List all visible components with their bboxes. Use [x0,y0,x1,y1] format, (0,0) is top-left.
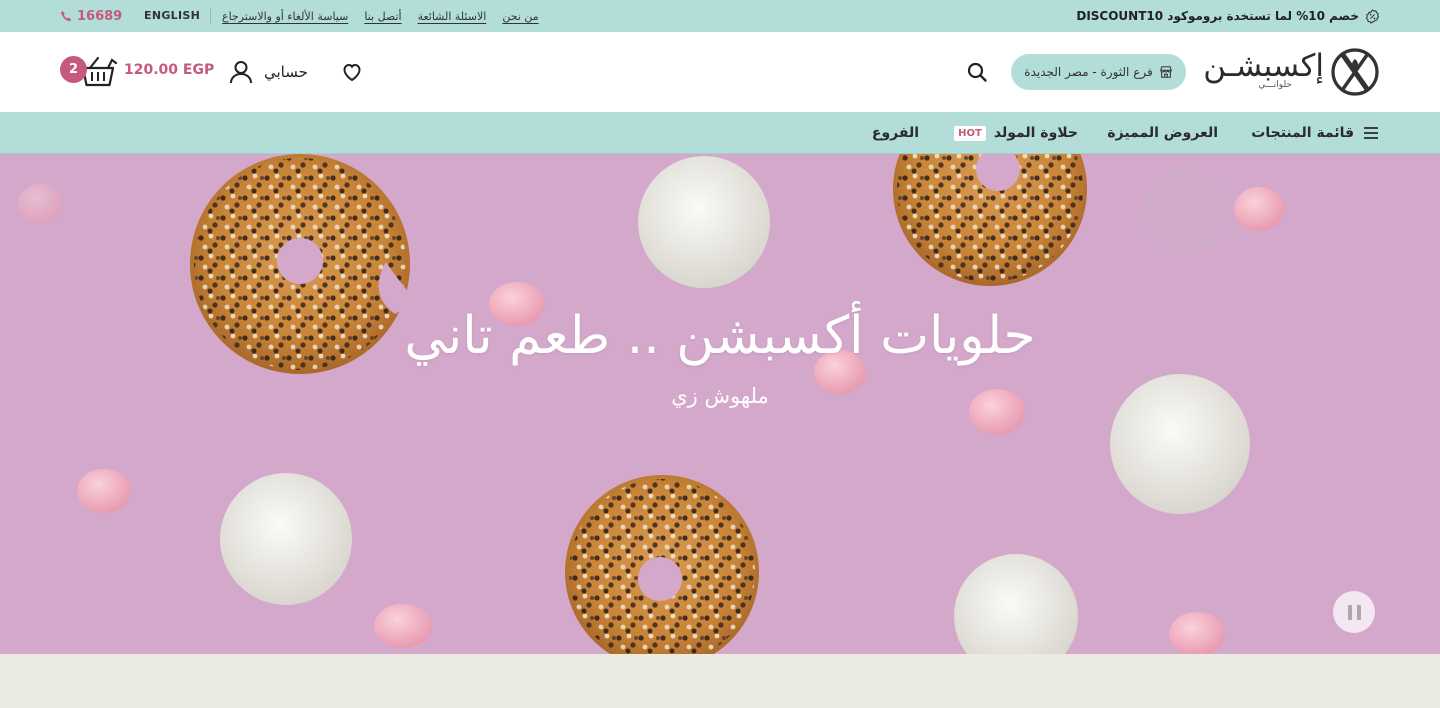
nav-offers[interactable]: العروض المميزة [1107,112,1218,154]
link-returns-policy[interactable]: سياسة الألغاء أو والاسترجاع [222,10,348,23]
nav-products-label: قائمة المنتجات [1251,125,1354,141]
promo-text: خصم 10% لما تستخدة بروموكود DISCOUNT10 [1076,9,1359,23]
hero-subtitle: ملهوش زي [671,384,769,408]
account-link[interactable]: حسابي [228,56,308,88]
language-switch[interactable]: ENGLISH [144,0,200,32]
top-divider [210,9,211,23]
store-icon [1159,66,1172,78]
promo-banner: خصم 10% لما تستخدة بروموكود DISCOUNT10 [1076,0,1380,32]
nav-offers-label: العروض المميزة [1107,125,1218,141]
hotline[interactable]: 16689 [60,0,122,32]
menu-icon [1364,127,1378,139]
pause-icon [1356,604,1361,620]
main-header: إكسبشـن حلوانـــي فرع الثورة - مصر الجدي… [0,32,1440,112]
hero-title: حلويات أكسبشن .. طعم تاني [404,306,1036,366]
top-bar: خصم 10% لما تستخدة بروموكود DISCOUNT10 س… [0,0,1440,32]
nav-mawlid[interactable]: حلاوة المولد HOT [954,112,1078,154]
discount-badge-icon [1365,8,1380,24]
top-links: سياسة الألغاء أو والاسترجاع أتصل بنا الا… [222,0,539,32]
logo-mark-icon [1331,48,1379,96]
nav-products-menu[interactable]: قائمة المنتجات [1251,112,1380,154]
account-label: حسابي [264,63,308,81]
hero-banner[interactable]: حلويات أكسبشن .. طعم تاني ملهوش زي [0,154,1440,654]
content-section [0,654,1440,708]
slider-pause-button[interactable] [1333,591,1375,633]
link-about[interactable]: من نحن [502,10,538,23]
site-logo[interactable]: إكسبشـن حلوانـــي [1196,46,1380,98]
cart-count-badge: 2 [60,56,87,83]
nav-branches-label: الفروع [871,125,919,141]
cart-total[interactable]: 120.00 EGP [124,62,214,78]
branch-selector[interactable]: فرع الثورة - مصر الجديدة [1011,54,1186,90]
nav-mawlid-label: حلاوة المولد [993,125,1078,141]
hot-badge: HOT [954,125,986,141]
user-icon [230,61,252,84]
pause-icon [1347,604,1352,620]
phone-icon [60,10,71,21]
logo-wordmark: إكسبشـن [1203,48,1325,84]
logo-subtitle: حلوانـــي [1258,80,1292,90]
heart-icon[interactable] [340,60,364,84]
branch-label: فرع الثورة - مصر الجديدة [1024,65,1153,79]
search-icon[interactable] [965,60,989,84]
hotline-number: 16689 [77,8,123,24]
main-nav: قائمة المنتجات العروض المميزة حلاوة المو… [0,112,1440,154]
nav-branches[interactable]: الفروع [872,112,919,154]
link-contact[interactable]: أتصل بنا [364,10,401,23]
link-faq[interactable]: الاسئلة الشائعة [418,10,487,23]
